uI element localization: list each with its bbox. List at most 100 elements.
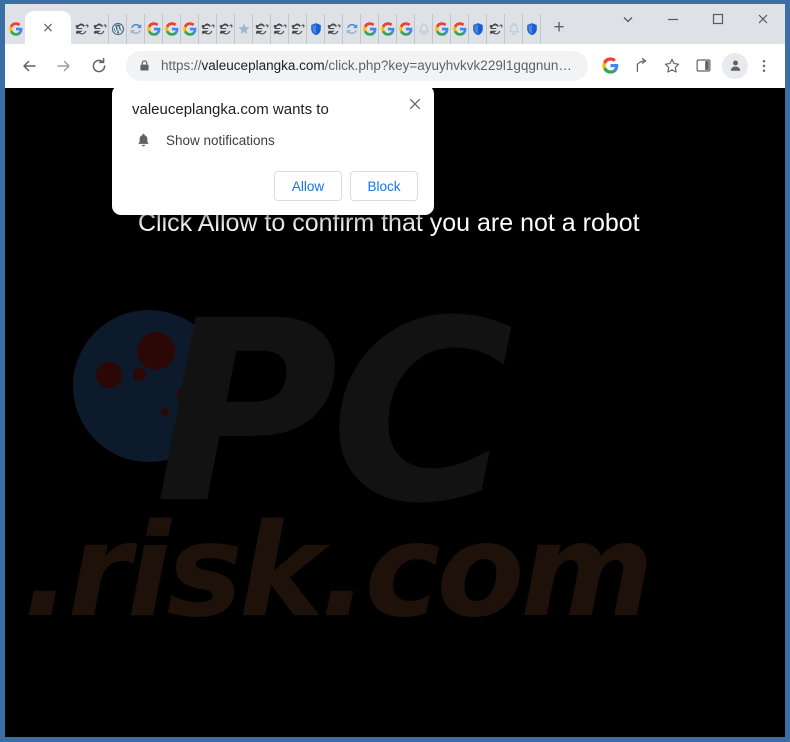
background-tab[interactable] [343, 14, 361, 44]
background-tab[interactable] [433, 14, 451, 44]
minimize-button[interactable] [650, 4, 695, 34]
tab-search-button[interactable] [605, 4, 650, 34]
internet-explorer-icon [201, 23, 214, 35]
internet-explorer-icon [93, 23, 106, 35]
refresh-icon [346, 23, 357, 35]
google-icon [146, 22, 160, 36]
background-tab[interactable] [181, 14, 199, 44]
maximize-icon [712, 13, 723, 25]
refresh-icon [130, 23, 141, 35]
background-tab[interactable] [397, 14, 415, 44]
allow-button[interactable]: Allow [274, 171, 342, 201]
google-icon [164, 22, 178, 36]
shield-icon [310, 23, 321, 36]
bookmark-star-icon[interactable] [657, 51, 687, 81]
reload-icon [92, 57, 106, 72]
address-bar[interactable]: https://valeuceplangka.com/click.php?key… [126, 50, 588, 81]
background-tab[interactable] [271, 14, 289, 44]
google-icon [9, 22, 23, 36]
background-tab[interactable] [127, 14, 145, 44]
background-tab[interactable] [163, 14, 181, 44]
arrow-right-icon [57, 60, 70, 71]
shield-icon [526, 23, 537, 36]
background-tab[interactable] [523, 14, 541, 44]
bell-icon [132, 132, 154, 149]
watermark-pc-text: PC [155, 267, 514, 558]
background-tab[interactable] [91, 14, 109, 44]
google-icon [182, 22, 196, 36]
wordpress-icon [111, 22, 124, 36]
internet-explorer-icon [327, 23, 340, 35]
background-tab[interactable] [505, 14, 523, 44]
browser-window: × + https://valeuceplangka.com/click.php… [0, 0, 790, 742]
bell-icon [508, 23, 519, 35]
watermark-dot [96, 362, 122, 388]
internet-explorer-icon [489, 23, 502, 35]
background-tab[interactable] [145, 14, 163, 44]
background-tab[interactable] [469, 14, 487, 44]
tab-close-icon[interactable]: × [42, 21, 54, 35]
lock-icon[interactable] [138, 59, 151, 72]
chrome-menu-button[interactable] [749, 51, 779, 81]
dialog-title: valeuceplangka.com wants to [132, 101, 329, 118]
google-lens-icon[interactable] [595, 51, 625, 81]
google-icon [434, 22, 448, 36]
notification-permission-dialog: valeuceplangka.com wants to Show notific… [112, 88, 434, 215]
tab-leading-google[interactable] [7, 14, 25, 44]
watermark-circle [73, 310, 225, 462]
url-text: https://valeuceplangka.com/click.php?key… [161, 58, 572, 73]
bell-icon [418, 23, 429, 35]
browser-window-inner: × + https://valeuceplangka.com/click.php… [5, 4, 785, 737]
reload-button[interactable] [83, 50, 115, 82]
arrow-left-icon [23, 60, 36, 71]
background-tab[interactable] [325, 14, 343, 44]
background-tab[interactable] [487, 14, 505, 44]
active-tab[interactable]: × [25, 11, 71, 44]
share-icon[interactable] [626, 51, 656, 81]
google-icon [398, 22, 412, 36]
url-scheme: https:// [161, 58, 202, 73]
internet-explorer-icon [273, 23, 286, 35]
background-tab[interactable] [73, 14, 91, 44]
background-tabs [73, 14, 541, 44]
background-tab[interactable] [379, 14, 397, 44]
internet-explorer-icon [219, 23, 232, 35]
background-tab[interactable] [307, 14, 325, 44]
tab-strip: × + [5, 4, 785, 44]
star-icon [238, 23, 249, 34]
url-path: /click.php?key=ayuyhvkvk229l1gqgnun… [324, 58, 572, 73]
background-tab[interactable] [289, 14, 307, 44]
watermark-risk-text: .risk.com [23, 497, 654, 646]
browser-toolbar: https://valeuceplangka.com/click.php?key… [5, 44, 785, 88]
three-dot-menu-icon [762, 59, 766, 72]
watermark-dot [137, 332, 175, 370]
background-tab[interactable] [109, 14, 127, 44]
background-tab[interactable] [451, 14, 469, 44]
background-tab[interactable] [217, 14, 235, 44]
dialog-close-button[interactable] [404, 93, 426, 115]
background-tab[interactable] [235, 14, 253, 44]
close-button[interactable] [740, 4, 785, 34]
shield-icon [472, 23, 483, 36]
google-icon [380, 22, 394, 36]
maximize-button[interactable] [695, 4, 740, 34]
background-tab[interactable] [199, 14, 217, 44]
internet-explorer-icon [255, 23, 268, 35]
window-controls [605, 4, 785, 44]
back-button[interactable] [13, 50, 45, 82]
background-tab[interactable] [253, 14, 271, 44]
new-tab-button[interactable]: + [546, 14, 572, 42]
page-viewport: PC .risk.com Click Allow to confirm that… [5, 88, 785, 737]
background-tab[interactable] [415, 14, 433, 44]
watermark-dot [133, 368, 146, 381]
internet-explorer-icon [75, 23, 89, 35]
avatar[interactable] [722, 52, 748, 79]
watermark-dot [161, 408, 169, 416]
minimize-icon [667, 18, 678, 21]
side-panel-icon[interactable] [688, 51, 718, 81]
block-button[interactable]: Block [350, 171, 418, 201]
forward-button[interactable] [48, 50, 80, 82]
google-icon [362, 22, 376, 36]
close-icon [758, 14, 767, 24]
background-tab[interactable] [361, 14, 379, 44]
